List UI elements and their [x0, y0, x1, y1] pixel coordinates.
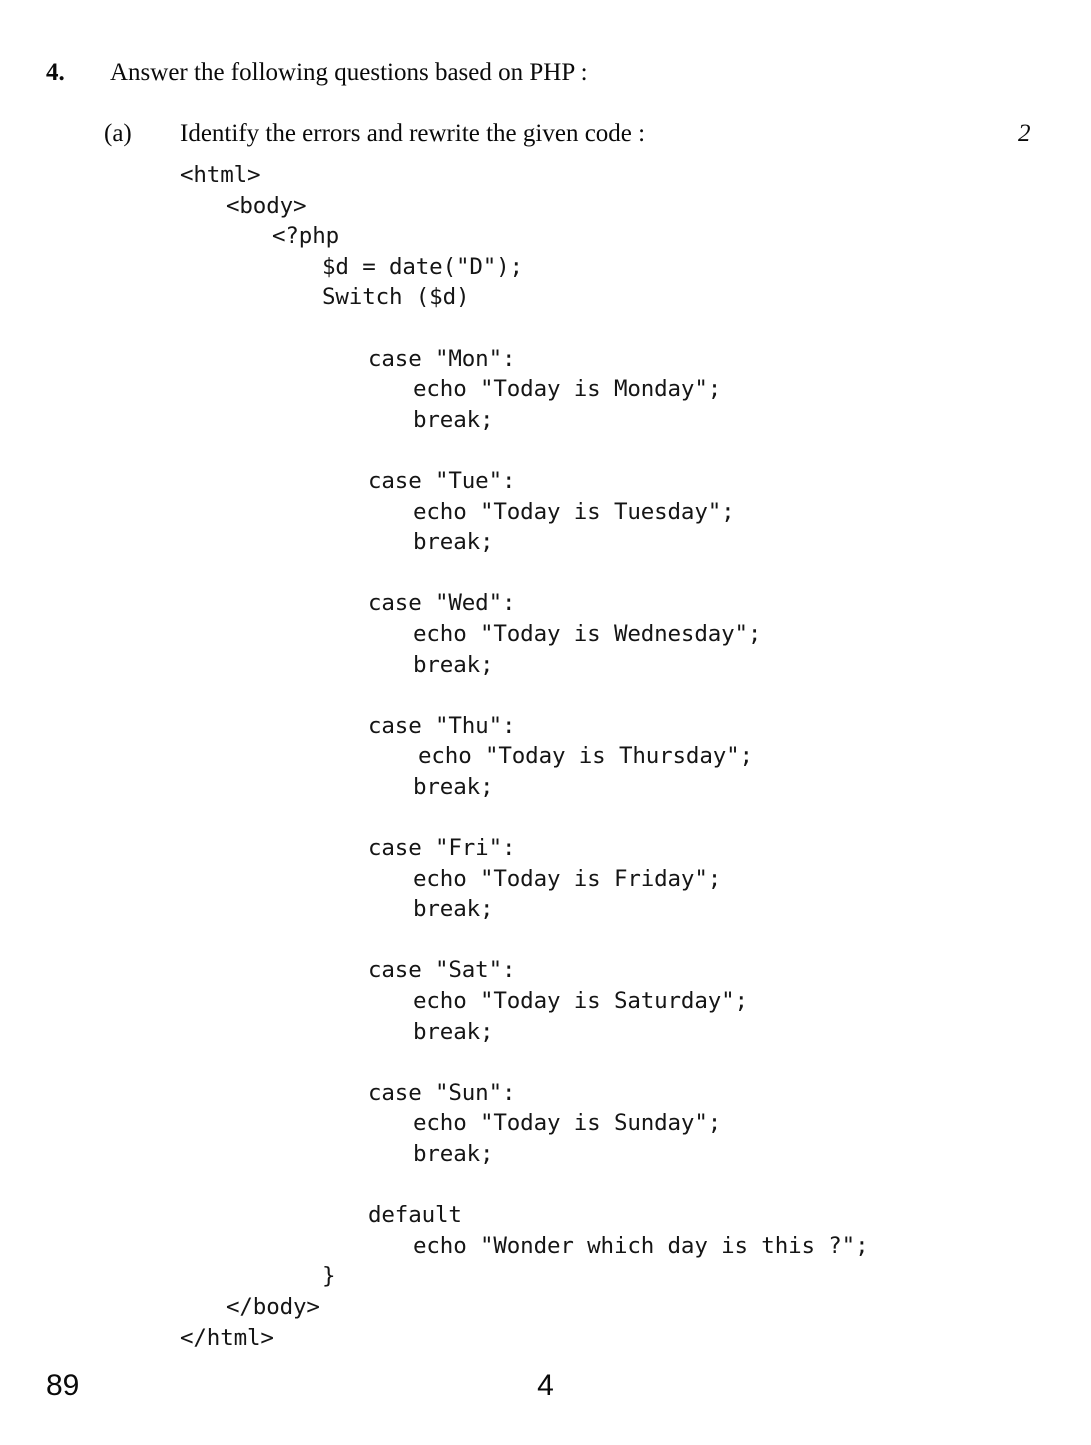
code-line: echo "Today is Friday"; — [413, 865, 722, 892]
code-line: $d = date("D"); — [322, 253, 523, 280]
code-line: case "Sun": — [368, 1079, 516, 1106]
sub-question-text: Identify the errors and rewrite the give… — [180, 120, 646, 147]
php-code-listing: <html> <body> <?php $d = date("D"); Switch (… — [0, 160, 1091, 1353]
code-line: echo "Today is Thursday"; — [418, 743, 753, 770]
code-line: default — [368, 1202, 462, 1229]
marks-value: 2 — [1018, 120, 1031, 147]
code-line: </body> — [226, 1293, 320, 1320]
code-line: Switch ($d) — [322, 284, 470, 311]
code-line: echo "Today is Wednesday"; — [413, 620, 762, 647]
sub-question-line: (a) Identify the errors and rewrite the … — [0, 119, 1091, 163]
code-line: break; — [413, 896, 494, 923]
code-line: echo "Today is Saturday"; — [413, 988, 748, 1015]
code-line: break; — [413, 529, 494, 556]
code-line: break; — [413, 651, 494, 678]
question-block: 4. Answer the following questions based … — [0, 58, 1091, 163]
code-line: echo "Today is Tuesday"; — [413, 498, 735, 525]
question-heading-line: 4. Answer the following questions based … — [0, 58, 1091, 102]
code-line: <body> — [226, 192, 307, 219]
code-line: echo "Wonder which day is this ?"; — [413, 1232, 869, 1259]
code-line: case "Mon": — [368, 345, 516, 372]
code-line: break; — [413, 1018, 494, 1045]
code-line: case "Tue": — [368, 467, 516, 494]
code-line: </html> — [180, 1324, 274, 1351]
code-line: case "Thu": — [368, 712, 516, 739]
sub-question-label: (a) — [104, 120, 132, 147]
code-line: break; — [413, 1141, 494, 1167]
code-line: <?php — [272, 223, 339, 250]
code-line: case "Wed": — [368, 590, 516, 617]
code-line: case "Sat": — [368, 957, 516, 984]
code-line: break; — [413, 773, 494, 800]
document-page: 4. Answer the following questions based … — [0, 0, 1091, 1445]
code-line: <html> — [180, 162, 261, 188]
footer-page-number: 4 — [537, 1369, 554, 1402]
page-footer: 89 4 — [0, 1368, 1091, 1418]
code-line: } — [322, 1263, 336, 1290]
question-text: Answer the following questions based on … — [110, 59, 588, 86]
code-line: echo "Today is Monday"; — [413, 376, 722, 403]
code-line: case "Fri": — [368, 835, 516, 862]
code-line: break; — [413, 406, 494, 433]
question-number: 4. — [46, 59, 65, 86]
code-line: echo "Today is Sunday"; — [413, 1110, 722, 1137]
